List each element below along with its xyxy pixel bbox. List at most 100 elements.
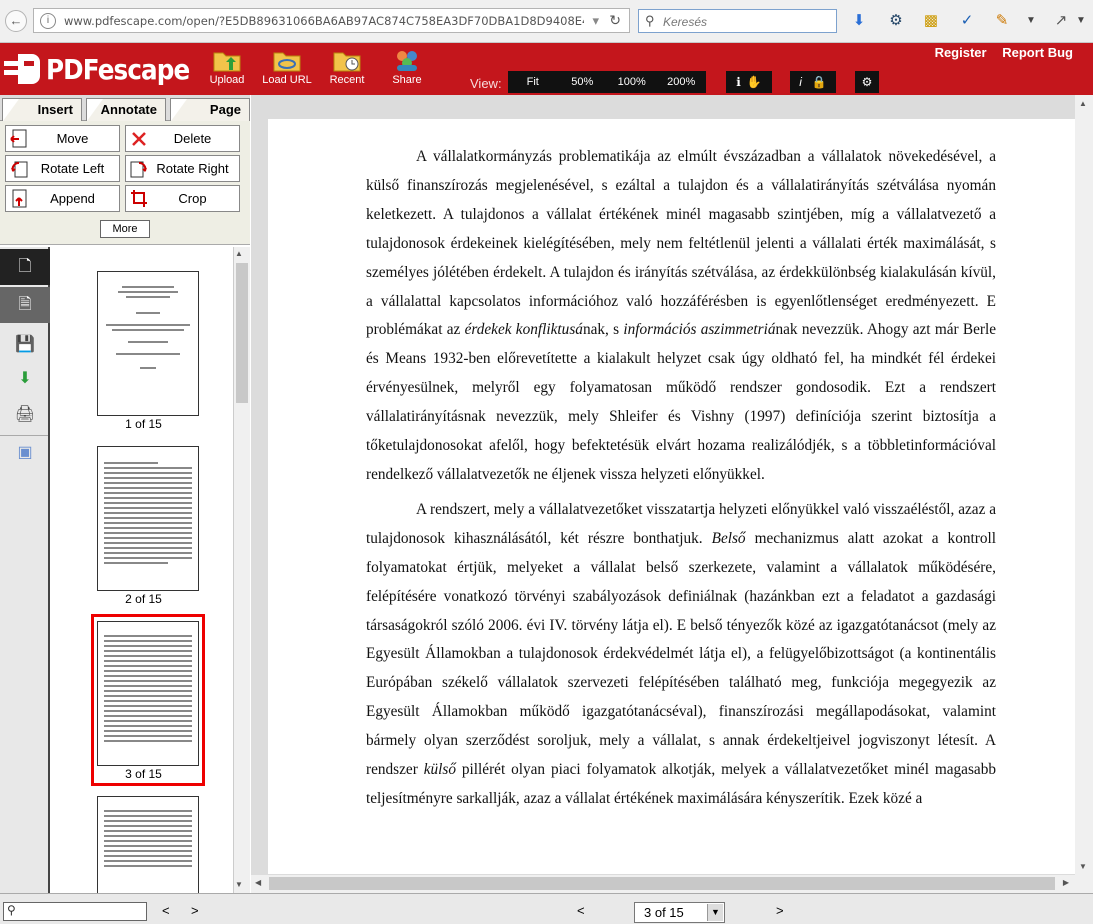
find-input[interactable]: ⚲: [3, 902, 147, 921]
rotate-right-button[interactable]: Rotate Right: [125, 155, 240, 182]
p2-italic-2: külső: [423, 761, 456, 779]
load-url-button[interactable]: Load URL: [257, 46, 317, 86]
thumbnail-list: 1 of 15 2 of 15 3 of 15: [52, 247, 235, 893]
tab-insert[interactable]: Insert: [2, 98, 82, 121]
search-icon: ⚲: [7, 903, 16, 917]
scroll-up-icon[interactable]: ▲: [235, 249, 243, 258]
thumbnail-label-1: 1 of 15: [125, 417, 162, 431]
page-thumbnail-icon[interactable]: 🗎: [0, 287, 50, 323]
hand-icon[interactable]: ✋: [747, 75, 762, 89]
scroll-down-icon[interactable]: ▼: [1079, 862, 1087, 871]
find-next-button[interactable]: >: [191, 903, 199, 918]
pdfescape-logo[interactable]: PDFescape: [4, 49, 209, 89]
recent-button[interactable]: Recent: [317, 46, 377, 86]
upload-button[interactable]: Upload: [197, 46, 257, 86]
page-select[interactable]: 3 of 15 ▼: [634, 902, 725, 923]
save-icon[interactable]: 💾: [0, 327, 50, 363]
thumbnail-page-4[interactable]: [97, 796, 199, 893]
back-icon[interactable]: ←: [5, 10, 27, 32]
scroll-thumb[interactable]: [236, 263, 248, 403]
settings-gear-icon[interactable]: ⚙: [855, 71, 879, 93]
move-label: Move: [56, 131, 89, 146]
append-button[interactable]: Append: [5, 185, 120, 212]
pdf-page[interactable]: A vállalatkormányzás problematikája az e…: [268, 119, 1088, 874]
crop-button[interactable]: Crop: [125, 185, 240, 212]
thumbnail-scrollbar[interactable]: ▲ ▼: [233, 247, 250, 893]
print-icon[interactable]: 🖨: [0, 397, 50, 433]
scroll-right-icon[interactable]: ▶: [1063, 878, 1069, 887]
report-bug-link[interactable]: Report Bug: [1002, 45, 1073, 60]
scroll-left-icon[interactable]: ◀: [255, 878, 261, 887]
download-pdf-icon[interactable]: ⬇: [0, 361, 50, 397]
p1-italic-1: érdekek konfliktusá: [464, 321, 583, 339]
chevron-down-icon[interactable]: ▼: [707, 904, 723, 921]
scroll-down-icon[interactable]: ▼: [235, 880, 243, 889]
tab-annotate[interactable]: Annotate: [86, 98, 166, 121]
tools-icon[interactable]: ↗: [1052, 12, 1070, 30]
lock-icon[interactable]: 🔒: [812, 75, 827, 89]
viewer-horizontal-scrollbar[interactable]: ◀ ▶: [251, 875, 1093, 893]
register-link[interactable]: Register: [935, 45, 987, 60]
rotate-left-button[interactable]: Rotate Left: [5, 155, 120, 182]
p1-end: nak nevezzük. Ahogy azt már Berle és Mea…: [366, 321, 996, 483]
thumbnail-page-3[interactable]: [97, 621, 199, 766]
logo-icon: [4, 52, 42, 86]
delete-button[interactable]: Delete: [125, 125, 240, 152]
info-icon[interactable]: i: [799, 75, 802, 89]
document-viewer: A vállalatkormányzás problematikája az e…: [251, 95, 1093, 893]
zoom-100-button[interactable]: 100%: [607, 76, 657, 88]
pages-view-icon[interactable]: 🗋: [0, 249, 50, 285]
reload-icon[interactable]: ↻: [609, 12, 621, 29]
next-page-button[interactable]: >: [776, 903, 784, 918]
more-button[interactable]: More: [100, 220, 150, 238]
zoom-200-button[interactable]: 200%: [657, 76, 707, 88]
check-icon[interactable]: ✓: [958, 12, 976, 30]
page-select-value: 3 of 15: [644, 905, 684, 920]
folder-icon[interactable]: ▩: [922, 12, 940, 30]
scroll-up-icon[interactable]: ▲: [1079, 99, 1087, 108]
overflow-arrow-icon[interactable]: ▼: [1072, 12, 1090, 30]
tab-page-label: Page: [209, 102, 241, 117]
menu-arrow-icon[interactable]: ▼: [1022, 12, 1040, 30]
paragraph-2: A rendszert, mely a vállalatvezetőket vi…: [366, 496, 996, 814]
upload-label: Upload: [209, 74, 245, 86]
share-label: Share: [392, 74, 422, 86]
browser-search-input[interactable]: ⚲ Keresés: [638, 9, 837, 33]
recent-folder-icon: [333, 48, 361, 72]
zoom-50-button[interactable]: 50%: [558, 76, 608, 88]
page-text: A vállalatkormányzás problematikája az e…: [366, 143, 996, 820]
address-bar[interactable]: i www.pdfescape.com/open/?E5DB89631066BA…: [33, 8, 630, 33]
dropdown-icon[interactable]: ▾: [592, 13, 599, 29]
move-button[interactable]: Move: [5, 125, 120, 152]
thumbnail-page-2[interactable]: [97, 446, 199, 591]
blank-page-icon[interactable]: ▣: [0, 435, 50, 471]
zoom-toolbar: Fit 50% 100% 200%: [508, 71, 706, 93]
app-header: PDFescape Upload Load URL Recent Share V…: [0, 43, 1093, 95]
bottom-bar: ⚲ < > < 3 of 15 ▼ >: [0, 893, 1093, 924]
find-prev-button[interactable]: <: [162, 903, 170, 918]
share-people-icon: [393, 48, 421, 72]
user-links: Register Report Bug: [923, 45, 1073, 60]
thumbnail-page-1[interactable]: [97, 271, 199, 416]
prev-page-button[interactable]: <: [577, 903, 585, 918]
load-url-folder-icon: [273, 48, 301, 72]
append-label: Append: [50, 191, 95, 206]
delete-label: Delete: [173, 131, 212, 146]
extension-icon[interactable]: ⚙: [887, 12, 905, 30]
viewer-vertical-scrollbar[interactable]: ▲ ▼: [1075, 95, 1093, 893]
info-icon[interactable]: i: [40, 13, 56, 29]
text-cursor-icon[interactable]: ℹ: [736, 75, 741, 89]
hscroll-thumb[interactable]: [269, 877, 1055, 890]
note-icon[interactable]: ✎: [993, 12, 1011, 30]
page-actions: Move Delete Rotate Left Rotate Right App…: [0, 121, 250, 245]
download-icon[interactable]: ⬇: [850, 12, 868, 30]
tab-page[interactable]: Page: [170, 98, 250, 121]
share-button[interactable]: Share: [377, 46, 437, 86]
crop-label: Crop: [178, 191, 207, 206]
p2-italic-1: Belső: [711, 529, 746, 547]
p1-text: A vállalatkormányzás problematikája az e…: [366, 148, 996, 339]
zoom-fit-button[interactable]: Fit: [508, 76, 558, 88]
p1-italic-2: információs aszimmetriá: [623, 321, 776, 339]
tab-insert-label: Insert: [37, 102, 73, 117]
left-panel: Insert Annotate Page Move Delete Rotate …: [0, 95, 250, 893]
